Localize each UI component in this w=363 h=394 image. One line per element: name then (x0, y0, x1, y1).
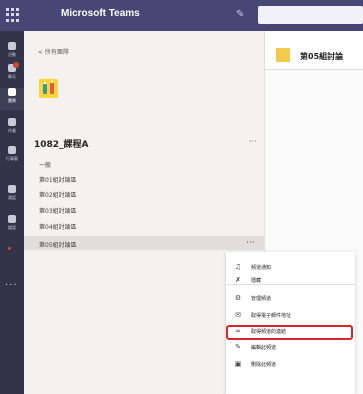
gear-icon: ⚙ (234, 294, 242, 302)
trash-icon: ▣ (234, 360, 242, 368)
rail-item-chat[interactable]: 聊天 (0, 62, 24, 86)
menu-item-edit-channel[interactable]: ✎ 編輯此頻道 (226, 339, 355, 356)
app-header: Microsoft Teams ✎ (0, 0, 363, 31)
bell-icon: ♫ (234, 263, 242, 271)
channel-title: 第05組討論 (300, 52, 344, 61)
channel-more-options-icon[interactable]: ··· (246, 236, 255, 250)
channel-item-selected[interactable]: 第05組討論區 (39, 240, 77, 249)
search-input[interactable] (258, 6, 363, 24)
app-rail: 活動 聊天 團隊 作業 行事曆 通話 檔案 ··· (0, 31, 24, 394)
compose-icon[interactable]: ✎ (236, 9, 247, 20)
menu-item-manage-channel[interactable]: ⚙ 管理頻道 (226, 290, 355, 307)
file-icon (8, 215, 16, 223)
menu-divider (226, 284, 355, 285)
calendar-icon (8, 146, 16, 154)
pin-icon: ✗ (235, 276, 241, 284)
team-name: 1082_課程A (34, 140, 89, 150)
app-title: Microsoft Teams (61, 8, 140, 19)
menu-item-delete-channel[interactable]: ▣ 刪除此頻道 (226, 356, 355, 373)
highlight-box (226, 325, 353, 340)
menu-item-get-email-address[interactable]: ✉ 取得電子郵件地址 (226, 307, 355, 324)
channel-team-icon (276, 48, 290, 62)
menu-item-hide[interactable]: ✗ 隱藏 (226, 272, 355, 289)
app-launcher-icon[interactable] (6, 8, 20, 22)
rail-item-teams[interactable]: 團隊 (0, 88, 24, 110)
rail-item-activity[interactable]: 活動 (0, 42, 24, 64)
pencil-icon: ✎ (235, 343, 241, 351)
channel-item[interactable]: 第01組討論區 (39, 175, 77, 184)
back-to-all-teams-link[interactable]: < 所有團隊 (38, 47, 69, 56)
notification-badge (13, 62, 19, 68)
bell-icon (8, 42, 16, 50)
rail-item-calendar[interactable]: 行事曆 (0, 146, 24, 168)
teams-icon (8, 88, 16, 96)
mail-icon: ✉ (235, 311, 241, 319)
phone-icon (8, 185, 16, 193)
rail-item-assignments[interactable]: 作業 (0, 118, 24, 140)
rail-item-files[interactable]: 檔案 (0, 215, 24, 237)
notification-dot (8, 247, 11, 250)
rail-item-calls[interactable]: 通話 (0, 185, 24, 207)
channel-item[interactable]: 一般 (39, 160, 51, 169)
channel-item[interactable]: 第03組討論區 (39, 206, 77, 215)
assignments-icon (8, 118, 16, 126)
channel-item[interactable]: 第02組討論區 (39, 190, 77, 199)
team-avatar-icon (39, 79, 58, 98)
more-apps-icon[interactable]: ··· (5, 280, 18, 291)
channel-item[interactable]: 第04組討論區 (39, 222, 77, 231)
team-more-options-icon[interactable]: ··· (249, 137, 257, 146)
